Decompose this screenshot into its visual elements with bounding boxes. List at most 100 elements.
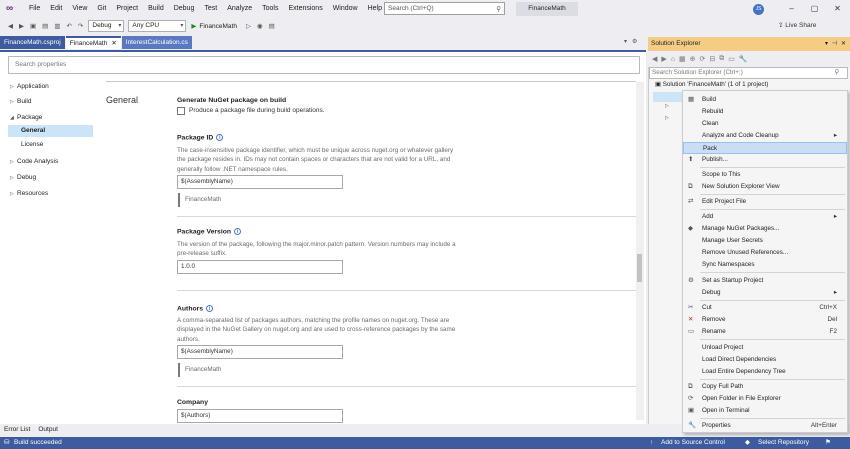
platform-select[interactable]: Any CPU (128, 20, 187, 32)
menu-item-rebuild[interactable]: Rebuild (683, 106, 847, 118)
back-icon[interactable]: ◀ (652, 55, 657, 63)
menu-item-remove[interactable]: ✕ Remove Del (683, 314, 847, 326)
collapse-all-icon[interactable]: ⊟ (709, 55, 715, 63)
redo-icon[interactable]: ↷ (78, 22, 83, 30)
settings-icon[interactable]: ⚙ (632, 38, 637, 45)
menu-item-add[interactable]: Add ▸ (683, 211, 847, 223)
close-icon[interactable]: ✕ (826, 0, 849, 18)
close-icon[interactable]: ✕ (841, 37, 846, 51)
show-all-files-icon[interactable]: ⧉ (719, 55, 724, 63)
maximize-icon[interactable]: ▢ (803, 0, 826, 18)
menu-item-open-folder[interactable]: ⟳ Open Folder in File Explorer (683, 393, 847, 405)
menu-test[interactable]: Test (199, 0, 222, 18)
menu-item-publish[interactable]: ⬆ Publish... (683, 154, 847, 166)
scrollbar-thumb[interactable] (637, 254, 642, 282)
configuration-select[interactable]: Debug (88, 20, 125, 32)
sync-icon[interactable]: ⟳ (700, 55, 706, 63)
menu-item-build[interactable]: ▦ Build (683, 94, 847, 106)
nav-resources[interactable]: ▷ Resources (10, 190, 48, 197)
nav-package[interactable]: ◢ Package (10, 114, 42, 121)
menu-item-sync-namespaces[interactable]: Sync Namespaces (683, 259, 847, 271)
menu-window[interactable]: Window (328, 0, 363, 18)
solution-explorer-search-input[interactable]: Search Solution Explorer (Ctrl+;) ⚲ (649, 67, 848, 79)
info-icon[interactable]: i (216, 134, 224, 141)
menu-item-load-direct[interactable]: Load Direct Dependencies (683, 354, 847, 366)
vertical-scrollbar[interactable] (636, 82, 644, 420)
avatar[interactable]: JS (753, 4, 764, 15)
tab-interestcalculation-cs[interactable]: InterestCalculation.cs (121, 36, 192, 49)
menu-analyze[interactable]: Analyze (222, 0, 257, 18)
live-share-button[interactable]: ⇪ Live Share (778, 21, 816, 29)
menu-item-properties[interactable]: 🔧 Properties Alt+Enter (683, 420, 847, 432)
info-icon[interactable]: i (206, 305, 214, 312)
menu-view[interactable]: View (67, 0, 92, 18)
menu-item-copy-path[interactable]: ⧉ Copy Full Path (683, 381, 847, 393)
nav-general[interactable]: General (8, 125, 93, 137)
forward-icon[interactable]: ▶ (19, 22, 24, 30)
menu-item-debug[interactable]: Debug ▸ (683, 287, 847, 299)
window-position-icon[interactable]: ▾ (825, 37, 828, 51)
nav-code-analysis[interactable]: ▷ Code Analysis (10, 158, 58, 165)
menu-item-remove-unused[interactable]: Remove Unused References... (683, 247, 847, 259)
menu-item-load-tree[interactable]: Load Entire Dependency Tree (683, 366, 847, 378)
menu-item-open-terminal[interactable]: ▣ Open in Terminal (683, 405, 847, 417)
new-item-icon[interactable]: ▣ (30, 22, 36, 30)
menu-item-set-startup[interactable]: ⚙ Set as Startup Project (683, 275, 847, 287)
menu-item-scope[interactable]: Scope to This (683, 169, 847, 181)
select-repository-button[interactable]: Select Repository (758, 437, 809, 449)
menu-file[interactable]: File (24, 0, 45, 18)
back-icon[interactable]: ◀ (8, 22, 13, 30)
menu-item-pack[interactable]: Pack (683, 142, 847, 154)
switch-views-icon[interactable]: ▦ (679, 55, 686, 63)
nav-application[interactable]: ▷ Application (10, 83, 49, 90)
minimize-icon[interactable]: – (780, 0, 803, 18)
authors-input[interactable]: $(AssemblyName) (177, 345, 343, 359)
save-icon[interactable]: ▤ (42, 22, 48, 30)
properties-icon[interactable]: 🔧 (739, 55, 748, 63)
project-node[interactable] (653, 92, 683, 102)
tab-financemath-properties[interactable]: FinanceMath ✕ (65, 36, 121, 49)
menu-project[interactable]: Project (111, 0, 143, 18)
menu-item-analyze[interactable]: Analyze and Code Cleanup ▸ (683, 130, 847, 142)
menu-edit[interactable]: Edit (45, 0, 67, 18)
preview-icon[interactable]: ▭ (728, 55, 735, 63)
menu-build[interactable]: Build (143, 0, 169, 18)
tab-financemath-csproj[interactable]: FinanceMath.csproj (0, 36, 65, 49)
pin-icon[interactable]: ⊣ (832, 37, 837, 51)
generate-package-checkbox[interactable] (177, 107, 185, 115)
menu-git[interactable]: Git (92, 0, 111, 18)
search-properties-input[interactable]: Search properties (8, 56, 640, 74)
menu-item-manage-nuget[interactable]: ◆ Manage NuGet Packages... (683, 223, 847, 235)
package-id-input[interactable]: $(AssemblyName) (177, 175, 343, 189)
tab-dropdown-icon[interactable]: ▾ (624, 38, 627, 45)
menu-item-manage-secrets[interactable]: Manage User Secrets (683, 235, 847, 247)
menu-item-clean[interactable]: Clean (683, 118, 847, 130)
play-icon[interactable]: ▶ (191, 22, 196, 30)
package-version-input[interactable]: 1.0.0 (177, 260, 343, 274)
toolbar-overflow-icon[interactable]: ▤ (269, 22, 275, 30)
menu-tools[interactable]: Tools (257, 0, 283, 18)
menu-extensions[interactable]: Extensions (283, 0, 327, 18)
run-target-button[interactable]: FinanceMath (199, 23, 237, 30)
hot-reload-icon[interactable]: ◉ (257, 22, 263, 30)
notifications-icon[interactable]: ⚑ (825, 437, 831, 449)
menu-item-unload[interactable]: Unload Project (683, 342, 847, 354)
solution-node[interactable]: ▣ Solution 'FinanceMath' (1 of 1 project… (655, 81, 768, 88)
nav-debug[interactable]: ▷ Debug (10, 174, 36, 181)
global-search-input[interactable]: Search (Ctrl+Q) ⚲ (384, 2, 505, 15)
expand-icon[interactable]: ▷ (665, 103, 669, 109)
save-all-icon[interactable]: ▥ (54, 22, 60, 30)
info-icon[interactable]: i (234, 228, 242, 235)
tab-output[interactable]: Output (34, 424, 62, 436)
menu-item-rename[interactable]: ▭ Rename F2 (683, 326, 847, 338)
nav-license[interactable]: License (21, 141, 43, 148)
menu-debug[interactable]: Debug (169, 0, 200, 18)
menu-item-edit-project[interactable]: ⇄ Edit Project File (683, 196, 847, 208)
menu-item-new-view[interactable]: ⧉ New Solution Explorer View (683, 181, 847, 193)
nav-build[interactable]: ▷ Build (10, 98, 31, 105)
undo-icon[interactable]: ↶ (66, 22, 71, 30)
tab-error-list[interactable]: Error List (0, 424, 34, 436)
pending-changes-icon[interactable]: ⊕ (690, 55, 696, 63)
add-to-source-control-button[interactable]: Add to Source Control (661, 437, 725, 449)
home-icon[interactable]: ⌂ (671, 56, 675, 63)
